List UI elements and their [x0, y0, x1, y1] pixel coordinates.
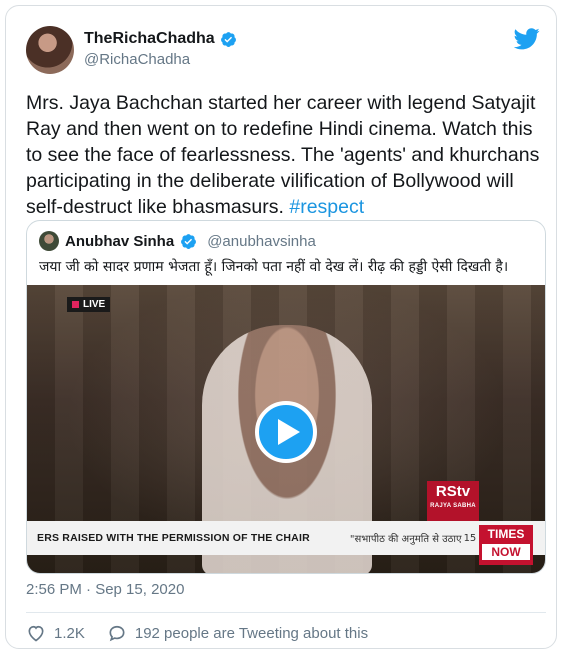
verified-badge-icon: [220, 31, 236, 47]
live-badge: LIVE: [67, 297, 111, 312]
author-name[interactable]: TheRichaChadha: [84, 30, 215, 48]
heart-icon: [28, 625, 44, 642]
author-avatar[interactable]: [26, 26, 74, 74]
video-player[interactable]: LIVE RStv RAJYA SABHA ERS RAISED WITH TH…: [27, 285, 545, 573]
quoted-text: जया जी को सादर प्रणाम भेजता हूँ। जिनको प…: [39, 259, 509, 275]
network-logo: TIMES NOW: [479, 525, 533, 565]
quoted-avatar: [39, 231, 59, 251]
news-ticker: ERS RAISED WITH THE PERMISSION OF THE CH…: [27, 521, 545, 555]
tweet-actions: 1.2K 192 people are Tweeting about this: [26, 623, 390, 643]
channel-logo: RStv RAJYA SABHA: [427, 481, 479, 521]
tweet-text: Mrs. Jaya Bachchan started her career wi…: [26, 92, 540, 218]
ticker-english: ERS RAISED WITH THE PERMISSION OF THE CH…: [37, 532, 310, 544]
tweet-timestamp[interactable]: 2:56 PM · Sep 15, 2020: [26, 581, 184, 598]
quoted-author[interactable]: Anubhav Sinha @anubhavsinha: [39, 231, 316, 251]
divider: [26, 612, 546, 613]
channel-sub: RAJYA SABHA: [430, 503, 476, 509]
quoted-tweet[interactable]: Anubhav Sinha @anubhavsinha जया जी को सा…: [26, 220, 546, 574]
play-icon: [277, 419, 300, 445]
conversation-action[interactable]: 192 people are Tweeting about this: [107, 623, 368, 643]
hashtag-link[interactable]: #respect: [289, 196, 364, 218]
network-top: TIMES: [487, 527, 525, 541]
like-count: 1.2K: [54, 624, 85, 642]
author-info[interactable]: TheRichaChadha @RichaChadha: [84, 30, 237, 68]
live-label: LIVE: [83, 299, 106, 310]
tweet-card: TheRichaChadha @RichaChadha Mrs. Jaya Ba…: [5, 5, 557, 649]
conversation-text: 192 people are Tweeting about this: [134, 624, 369, 642]
tweet-body: Mrs. Jaya Bachchan started her career wi…: [26, 90, 546, 220]
quoted-author-handle: @anubhavsinha: [207, 232, 316, 250]
live-dot-icon: [72, 301, 79, 308]
verified-badge-icon: [181, 233, 197, 249]
play-button[interactable]: [255, 401, 317, 463]
channel-main: RStv: [435, 483, 471, 500]
network-bottom: NOW: [482, 544, 530, 560]
ticker-hindi: "सभापीठ की अनुमति से उठाए: [349, 534, 462, 545]
author-handle[interactable]: @RichaChadha: [84, 51, 237, 68]
like-action[interactable]: 1.2K: [26, 623, 85, 643]
comment-icon: [109, 625, 125, 642]
twitter-bird-icon[interactable]: [514, 28, 540, 50]
quoted-author-name: Anubhav Sinha: [65, 232, 175, 250]
